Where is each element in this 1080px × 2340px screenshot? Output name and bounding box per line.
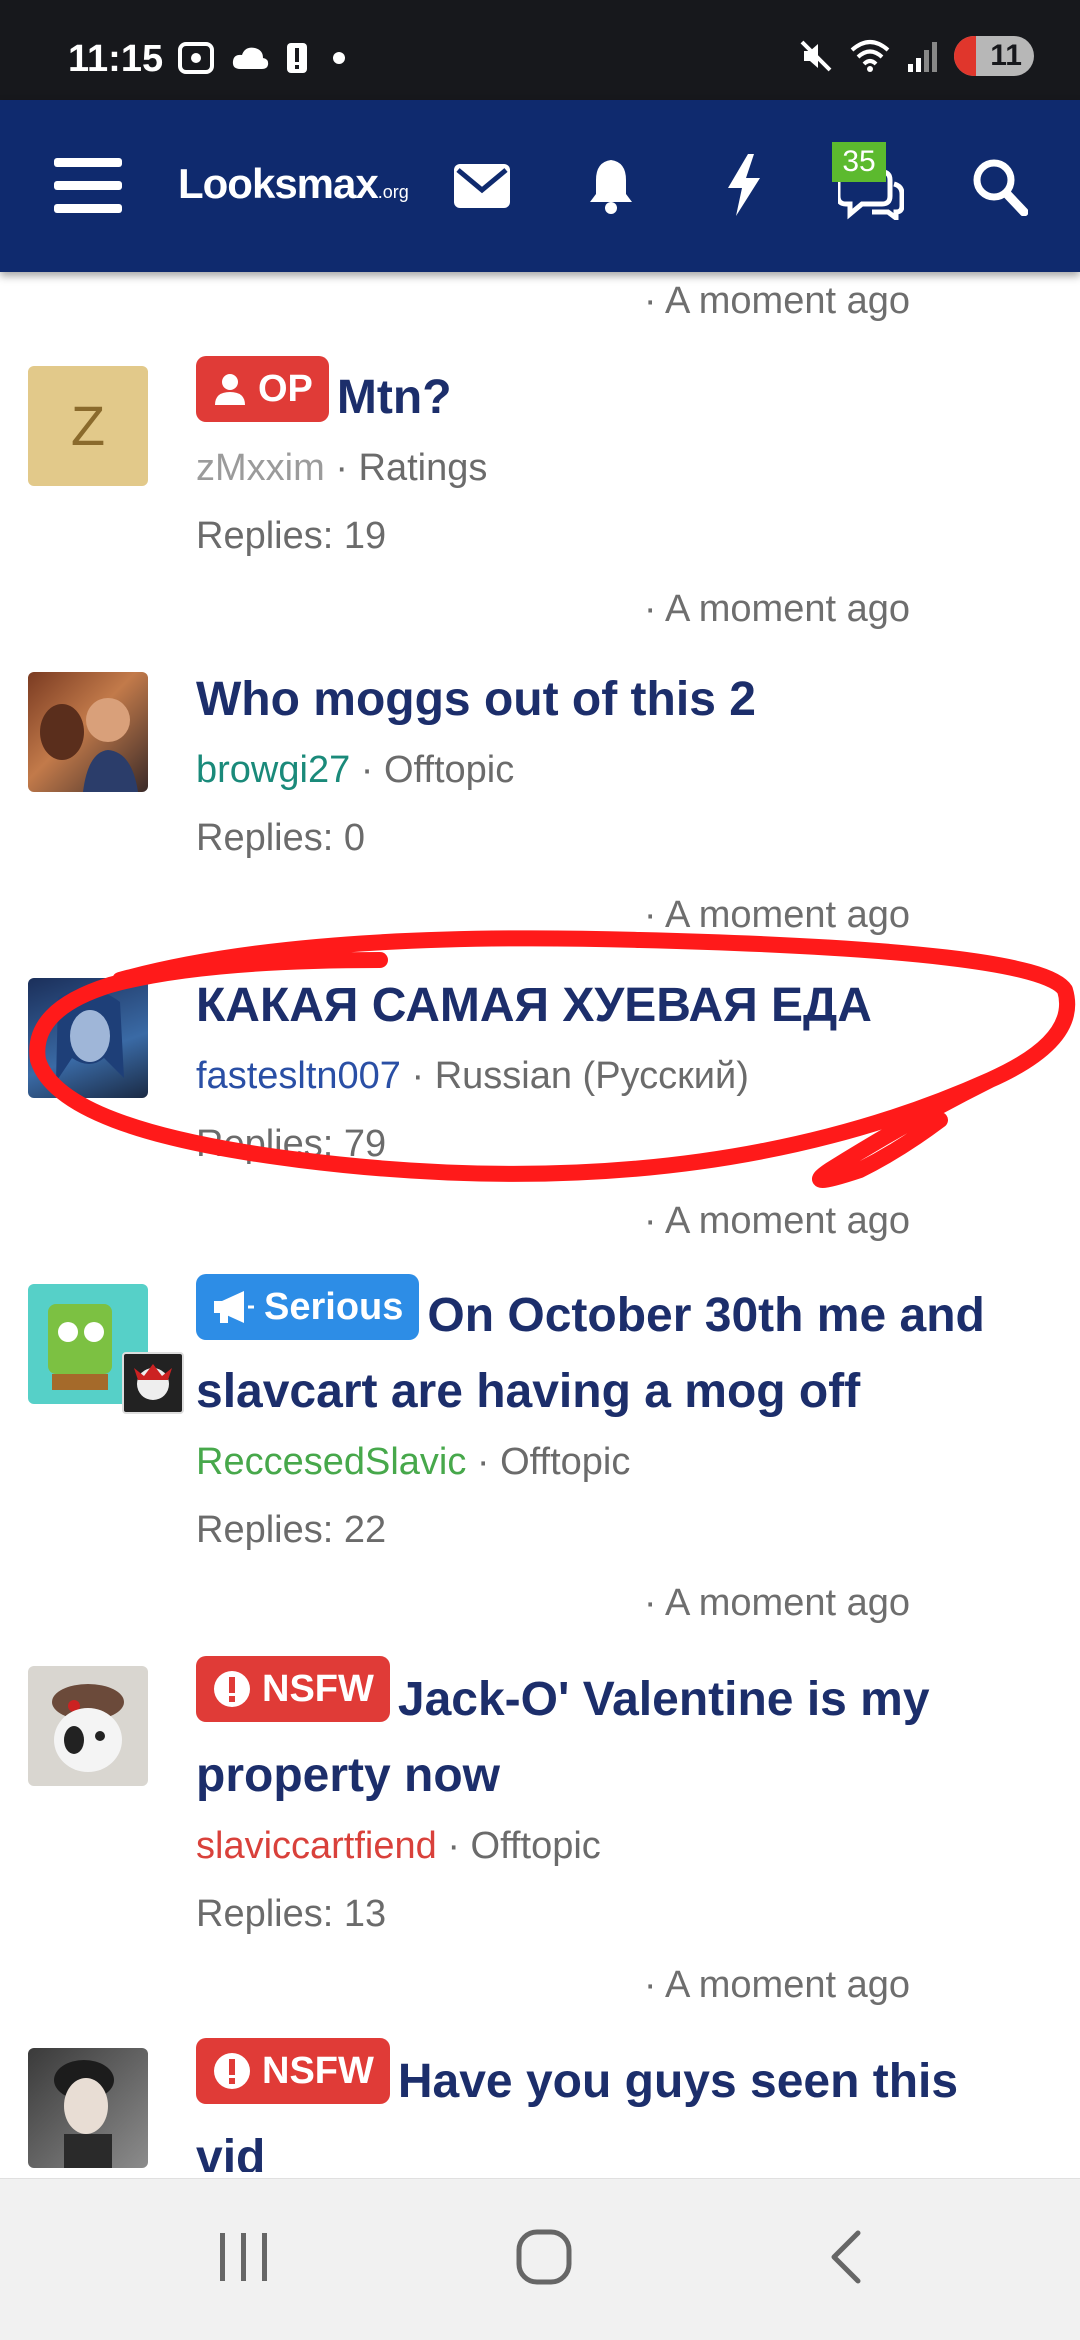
cloud-icon (232, 47, 269, 69)
thread-time: · A moment ago (643, 1582, 910, 1624)
menu-icon[interactable] (54, 156, 122, 216)
thread-time: · A moment ago (643, 894, 910, 936)
alert-icon (214, 2053, 250, 2089)
op-label: OP (196, 356, 329, 422)
thread-author[interactable]: fastesltn007 (196, 1055, 401, 1097)
avatar[interactable] (28, 1666, 148, 1786)
secondary-avatar[interactable] (122, 1352, 184, 1414)
user-icon (215, 374, 245, 405)
conversations-badge: 35 (832, 142, 886, 182)
thread-author[interactable]: browgi27 (196, 749, 350, 791)
thread-title[interactable]: Mtn? (337, 371, 452, 424)
thread-author[interactable]: ReccesedSlavic (196, 1441, 466, 1483)
lightning-icon[interactable] (724, 154, 764, 216)
thread-author[interactable]: zMxxim (196, 447, 325, 489)
system-nav-bar (0, 2178, 1080, 2340)
thread-time: · A moment ago (643, 1200, 910, 1242)
label-text: NSFW (262, 2050, 374, 2092)
thread-time: · A moment ago (643, 588, 910, 630)
avatar[interactable] (28, 2048, 148, 2168)
thread-forum[interactable]: · Offtopic (447, 1825, 600, 1867)
nsfw-label: NSFW (196, 2038, 390, 2104)
alert-battery-icon (287, 43, 307, 73)
nsfw-label: NSFW (196, 1656, 390, 1722)
recent-apps-icon[interactable] (214, 2229, 274, 2285)
mute-icon (800, 40, 832, 72)
signal-icon (908, 42, 937, 72)
reply-count: Replies: 13 (196, 1893, 387, 1935)
thread-forum[interactable]: · Offtopic (477, 1441, 630, 1483)
bell-icon[interactable] (586, 156, 636, 216)
serious-label: Serious (196, 1274, 420, 1340)
label-text: Serious (264, 1286, 404, 1328)
avatar[interactable] (28, 672, 148, 792)
thread-time: · A moment ago (643, 280, 910, 322)
status-bar: 11:15 11 (0, 0, 1080, 100)
thread-time: · A moment ago (643, 1964, 910, 2006)
back-icon[interactable] (822, 2227, 872, 2287)
thread-title[interactable]: КАКАЯ САМАЯ ХУЕВАЯ ЕДА (196, 968, 1040, 1044)
battery-level: 11 (990, 39, 1022, 72)
screenshot-icon (178, 42, 214, 74)
search-icon[interactable] (972, 158, 1028, 216)
thread-title[interactable]: Who moggs out of this 2 (196, 662, 1040, 738)
label-text: OP (258, 368, 313, 410)
thread-forum[interactable]: · Ratings (335, 447, 487, 489)
reply-count: Replies: 22 (196, 1509, 387, 1551)
logo-main: Looksmax (178, 160, 379, 207)
wifi-icon (850, 40, 890, 72)
thread-feed: · A moment ago Z OP Mtn? zMxxim · Rating… (0, 272, 1080, 2172)
label-text: NSFW (262, 1668, 374, 1710)
reply-count: Replies: 0 (196, 817, 365, 859)
thread-author[interactable]: slaviccartfiend (196, 1825, 437, 1867)
logo-suffix: .org (377, 182, 409, 202)
dot-icon (333, 52, 345, 64)
status-time: 11:15 (68, 38, 164, 80)
megaphone-icon (214, 1291, 254, 1323)
battery-indicator: 11 (954, 36, 1034, 76)
site-logo[interactable]: Looksmax.org (178, 160, 409, 208)
reply-count: Replies: 79 (196, 1123, 387, 1165)
mail-icon[interactable] (454, 164, 510, 208)
alert-icon (214, 1671, 250, 1707)
thread-forum[interactable]: · Russian (Русский) (411, 1055, 748, 1097)
app-bar: Looksmax.org 35 (0, 100, 1080, 272)
avatar[interactable] (28, 978, 148, 1098)
home-icon[interactable] (514, 2227, 574, 2287)
avatar[interactable]: Z (28, 366, 148, 486)
reply-count: Replies: 19 (196, 515, 387, 557)
thread-forum[interactable]: · Offtopic (361, 749, 514, 791)
